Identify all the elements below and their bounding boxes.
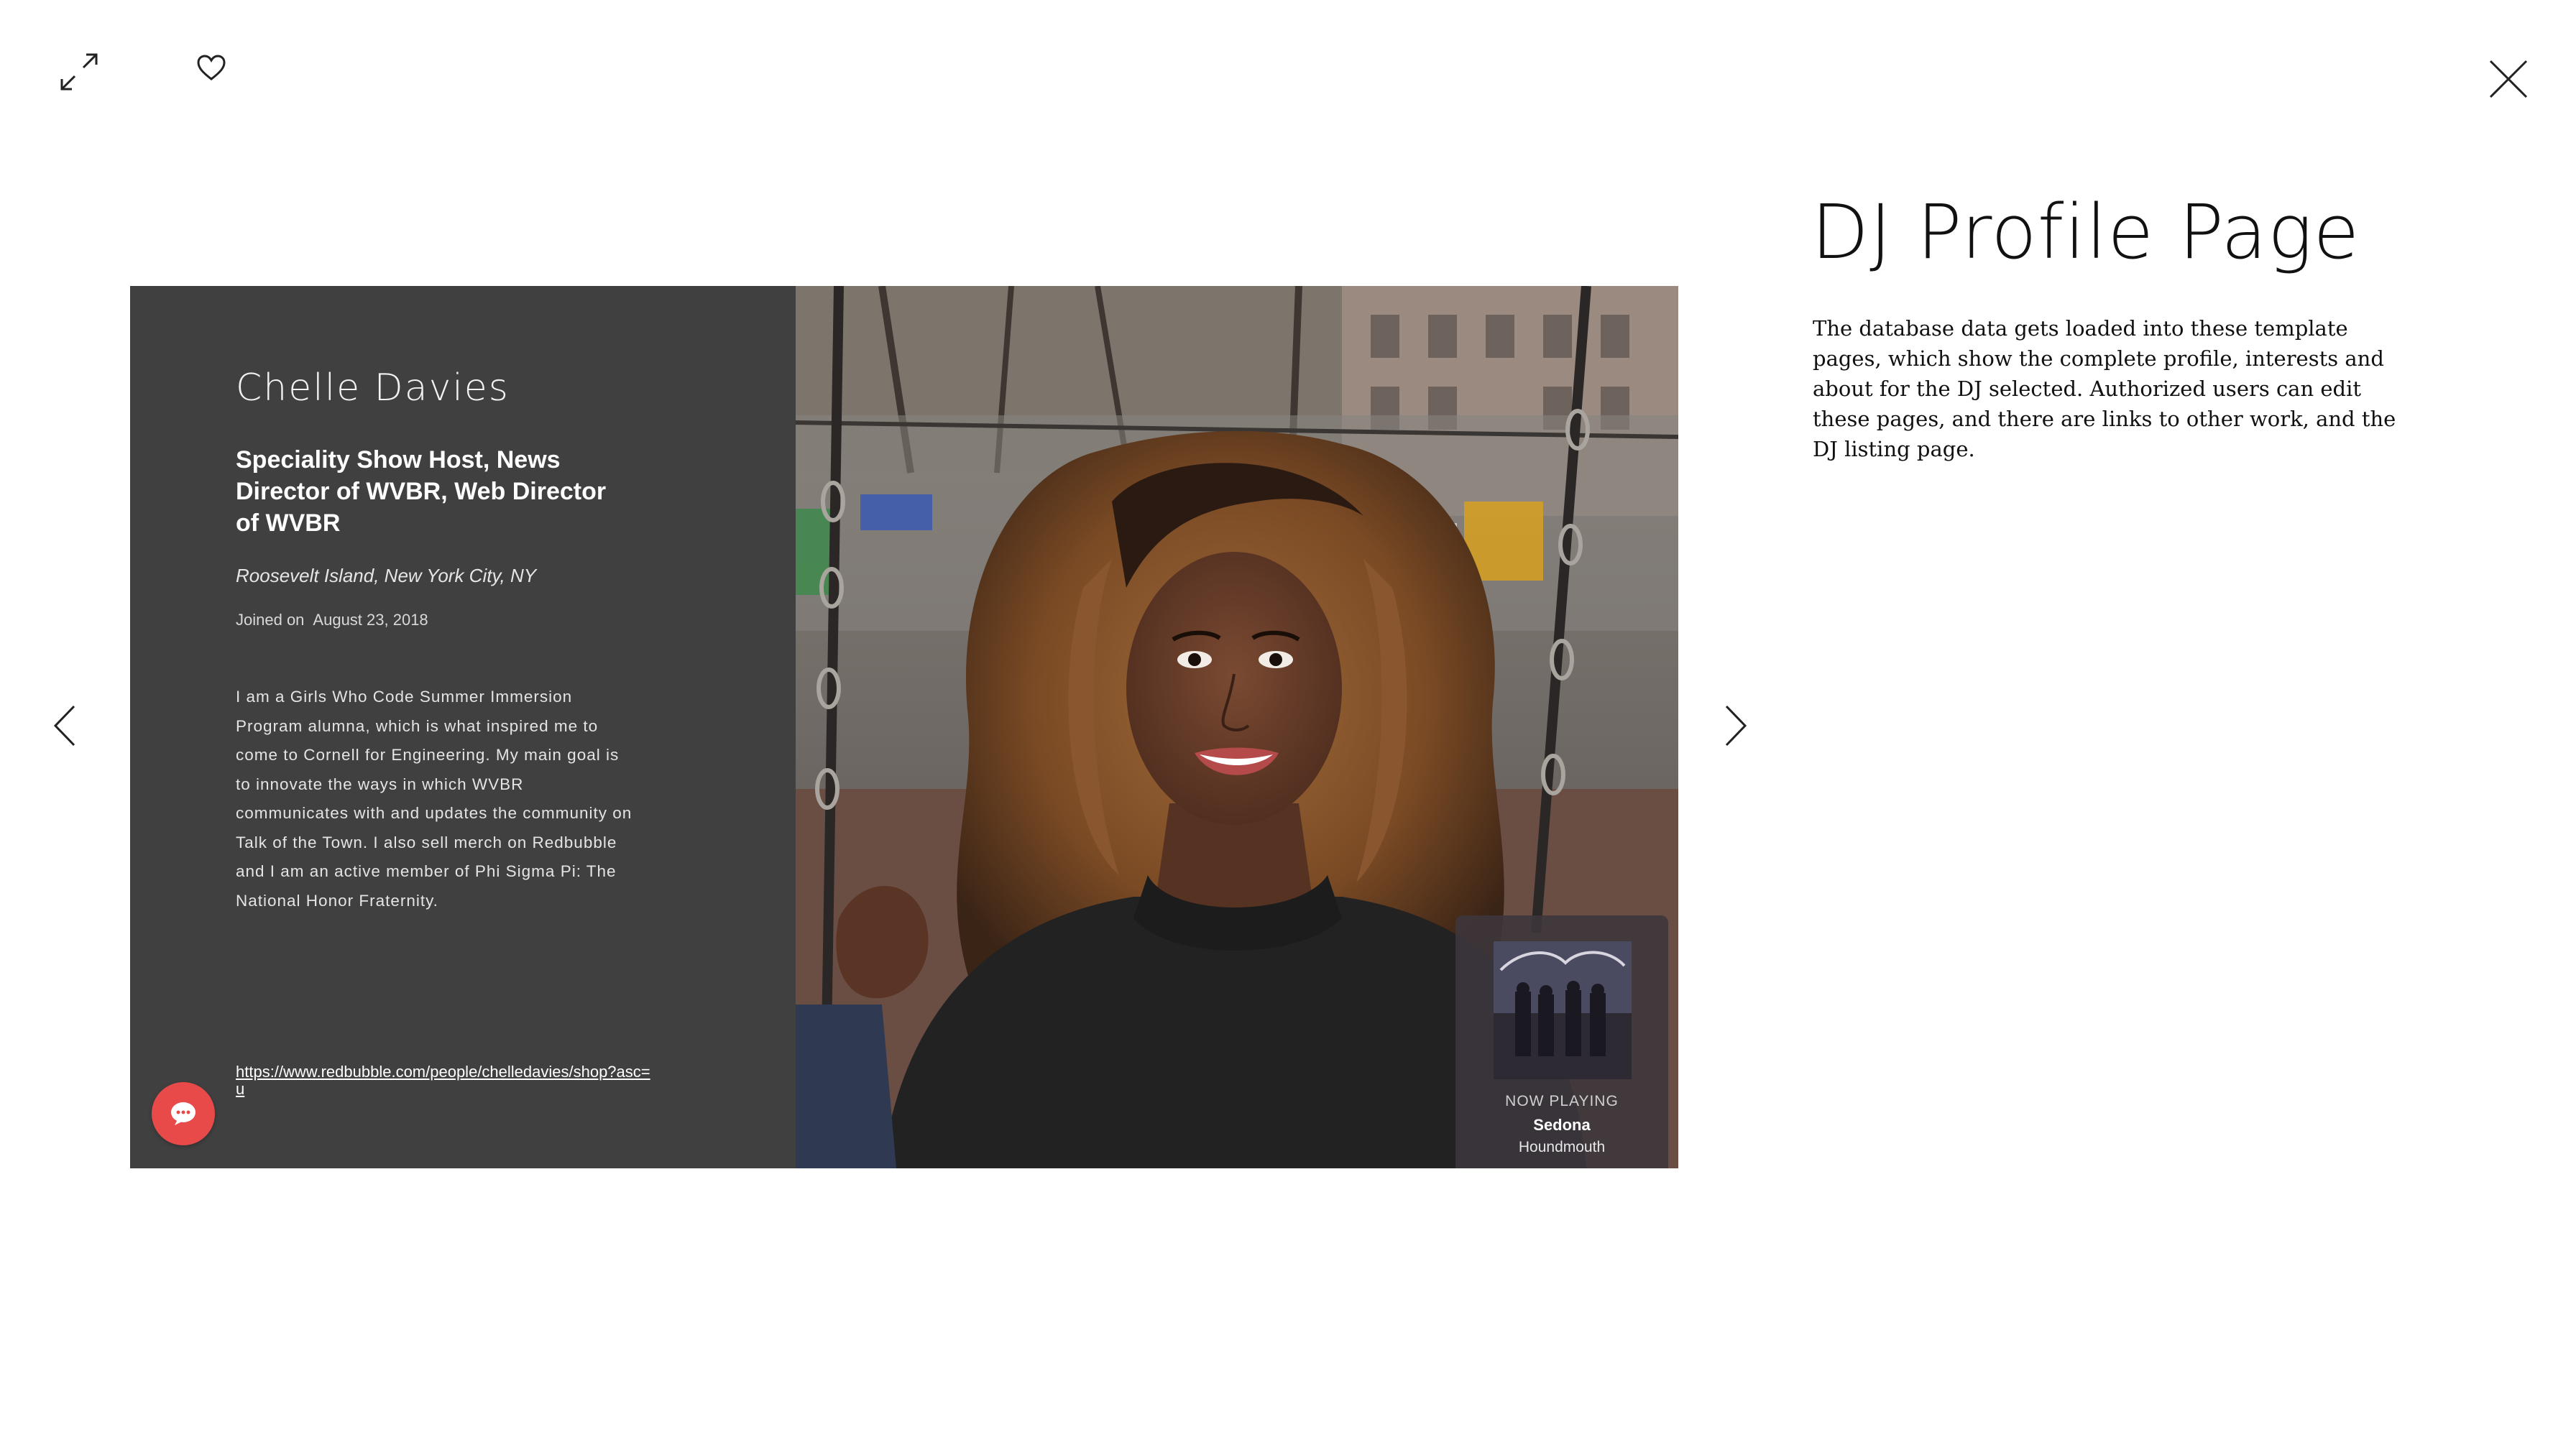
now-playing-widget[interactable]: NOW PLAYING Sedona Houndmouth [1455,915,1668,1168]
now-playing-title: Sedona [1533,1116,1591,1134]
chat-button[interactable] [152,1082,215,1145]
album-art [1494,941,1632,1079]
profile-joined: Joined on August 23, 2018 [236,611,428,629]
profile-bio: I am a Girls Who Code Summer Immersion P… [236,688,632,910]
profile-role: Speciality Show Host, News Director of W… [236,446,607,537]
expand-arrows-icon [60,53,98,91]
profile-location: Roosevelt Island, New York City, NY [236,565,537,586]
expand-button[interactable] [50,43,108,101]
gallery-viewer: Chelle Davies Speciality Show Host, News… [0,0,2576,1450]
chevron-right-icon [1725,705,1747,747]
close-x-icon [2489,60,2528,98]
next-button[interactable] [1711,693,1761,758]
dj-profile-card: Chelle Davies Speciality Show Host, News… [130,286,796,1168]
album-cover-image [1494,941,1632,1079]
favorite-button[interactable] [188,45,234,91]
profile-name: Chelle Davies [236,366,510,410]
item-description: The database data gets loaded into these… [1813,316,2396,461]
now-playing-artist: Houndmouth [1518,1139,1606,1155]
close-button[interactable] [2480,50,2537,108]
now-playing-label: NOW PLAYING [1505,1093,1619,1109]
joined-date: August 23, 2018 [313,611,428,629]
chevron-left-icon [53,705,75,747]
joined-label: Joined on [236,611,305,629]
profile-shop-link[interactable]: https://www.redbubble.com/people/chelled… [236,1063,653,1098]
item-title: DJ Profile Page [1811,188,2360,276]
previous-button[interactable] [40,693,90,758]
heart-icon [197,55,226,80]
dj-photo: NOW PLAYING Sedona Houndmouth [796,286,1678,1168]
gallery-media-item: Chelle Davies Speciality Show Host, News… [130,286,1678,1168]
chat-bubble-icon [171,1102,196,1125]
